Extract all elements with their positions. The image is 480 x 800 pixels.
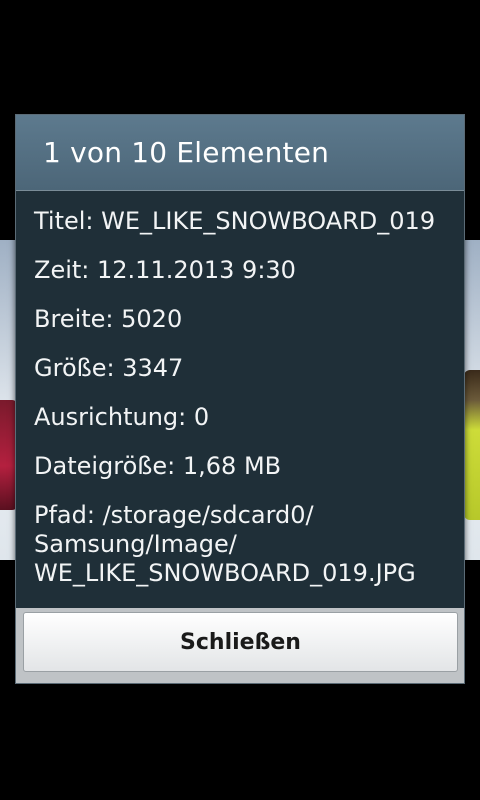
dialog-title: 1 von 10 Elementen (43, 136, 330, 169)
detail-width: Breite: 5020 (34, 305, 183, 333)
detail-path-line-3: WE_LIKE_SNOWBOARD_019.JPG (34, 559, 416, 587)
close-button[interactable]: Schließen (23, 612, 458, 672)
detail-path-line-1: Pfad: /storage/sdcard0/ (34, 501, 314, 529)
detail-filesize: Dateigröße: 1,68 MB (34, 452, 282, 480)
dialog-body: Titel: WE_LIKE_SNOWBOARD_019 Zeit: 12.11… (16, 191, 464, 608)
detail-time: Zeit: 12.11.2013 9:30 (34, 256, 296, 284)
detail-path: Pfad: /storage/sdcard0/ Samsung/Image/ W… (34, 501, 464, 588)
detail-orientation: Ausrichtung: 0 (34, 403, 210, 431)
snowboarder-right-figure (464, 370, 480, 520)
screen: 1 von 10 Elementen Titel: WE_LIKE_SNOWBO… (0, 0, 480, 800)
detail-title: Titel: WE_LIKE_SNOWBOARD_019 (34, 207, 436, 235)
detail-path-line-2: Samsung/Image/ (34, 530, 237, 558)
detail-size: Größe: 3347 (34, 354, 184, 382)
dialog-footer: Schließen (16, 608, 464, 683)
dialog-header: 1 von 10 Elementen (16, 115, 464, 191)
details-dialog: 1 von 10 Elementen Titel: WE_LIKE_SNOWBO… (15, 114, 465, 684)
